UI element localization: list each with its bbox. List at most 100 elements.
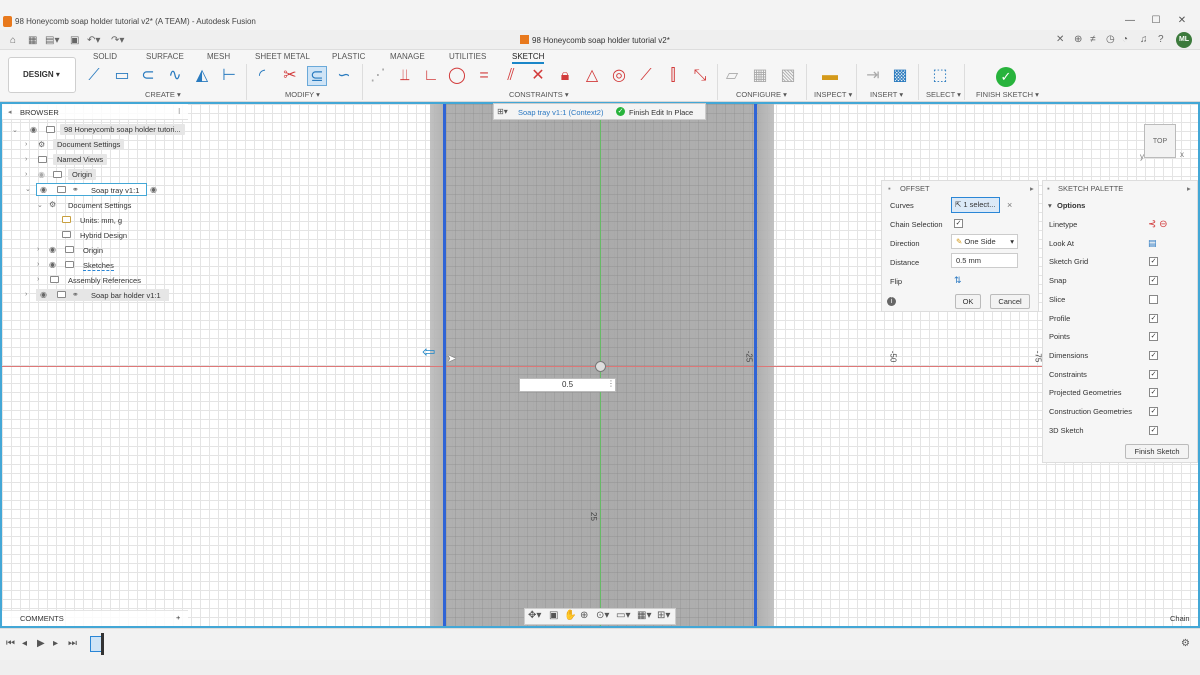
expand-chevron-icon[interactable]: ›	[37, 276, 39, 283]
browser-item-hybrid-design[interactable]: Hybrid Design	[80, 231, 127, 240]
select-icon[interactable]: ⬚	[930, 66, 950, 86]
eye-icon[interactable]: ◉	[49, 260, 56, 269]
measure-icon[interactable]: ▬	[820, 66, 840, 86]
offset-expand-icon[interactable]: ▸	[1030, 184, 1034, 193]
lock-icon[interactable]: 🔒︎	[555, 66, 575, 86]
maximize-button[interactable]: ☐	[1146, 15, 1166, 26]
expand-chevron-icon[interactable]: ›	[25, 141, 27, 148]
close-tab-button[interactable]: ✕	[1056, 34, 1064, 45]
expand-chevron-icon[interactable]: ›	[25, 171, 27, 178]
component-context-icon[interactable]: ⊞▾	[497, 107, 508, 116]
tab-solid[interactable]: SOLID	[93, 52, 117, 61]
viewports-icon[interactable]: ⊞▾	[657, 610, 670, 621]
smooth-icon[interactable]: ⤡	[690, 66, 710, 86]
origin-point[interactable]	[595, 361, 606, 372]
linetype-icon[interactable]: ⊰ ⊖	[1148, 219, 1168, 230]
finish-edit-in-place-button[interactable]: Finish Edit In Place	[629, 108, 693, 117]
tangent-icon[interactable]: ◯	[447, 66, 467, 86]
workspace-switcher[interactable]: DESIGN ▾	[8, 57, 76, 93]
browser-collapse-icon[interactable]: ◂	[8, 108, 12, 116]
eye-off-icon[interactable]: ◉	[38, 170, 45, 179]
offset-direction-arrow-icon[interactable]: ⇦	[422, 345, 444, 361]
help-icon[interactable]: ?	[1158, 34, 1164, 45]
chain-selection-checkbox[interactable]: ✓	[954, 219, 963, 228]
palette-option-checkbox[interactable]: ✓	[1149, 369, 1158, 379]
fit-icon[interactable]: ⊙▾	[596, 610, 609, 621]
mirror-tool-icon[interactable]: ◭	[192, 66, 212, 86]
insert-canvas-icon[interactable]: ▩	[890, 66, 910, 86]
step-forward-icon[interactable]: ▸	[53, 638, 58, 649]
parameters-table-icon[interactable]: ▦	[750, 66, 770, 86]
tab-manage[interactable]: MANAGE	[390, 52, 425, 61]
browser-item-soap-bar-holder[interactable]: Soap bar holder v1:1	[91, 291, 161, 300]
browser-item-soap-tray[interactable]: Soap tray v1:1	[91, 186, 139, 195]
palette-option-checkbox[interactable]: ✓	[1149, 276, 1158, 286]
timeline-marker[interactable]	[101, 633, 104, 655]
pan-icon[interactable]: ✋	[564, 610, 576, 621]
fix-constraint-icon[interactable]: ⫫	[395, 66, 415, 86]
coincident-icon[interactable]: ⋰	[368, 66, 388, 86]
tab-sketch[interactable]: SKETCH	[512, 52, 545, 64]
root-expand-chevron-icon[interactable]: ⌄	[12, 126, 18, 134]
insert-derive-icon[interactable]: ⇥	[863, 66, 883, 86]
cancel-button[interactable]: Cancel	[990, 294, 1030, 309]
document-tab[interactable]: 98 Honeycomb soap holder tutorial v2*	[520, 35, 670, 45]
midpoint-icon[interactable]: ⟋	[636, 66, 656, 86]
expand-chevron-icon[interactable]: ›	[25, 291, 27, 298]
symmetry-icon[interactable]: ⫿	[663, 66, 683, 86]
offset-collapse-icon[interactable]: ▪	[888, 184, 891, 193]
trim-tool-icon[interactable]: ✂	[280, 66, 300, 86]
sketch-edge-left[interactable]	[443, 104, 446, 626]
finish-sketch-button[interactable]: Finish Sketch	[1125, 444, 1189, 459]
palette-option-checkbox[interactable]: ✓	[1149, 257, 1158, 267]
distance-input[interactable]: 0.5 mm	[951, 253, 1018, 268]
expand-chevron-icon[interactable]: ›	[37, 261, 39, 268]
fillet-tool-icon[interactable]: ◜	[252, 66, 272, 86]
context-component-name[interactable]: Soap tray v1:1 (Context2)	[518, 108, 603, 117]
configure-icon[interactable]: ▱	[722, 66, 742, 86]
expand-chevron-icon[interactable]: ›	[37, 246, 39, 253]
tab-surface[interactable]: SURFACE	[146, 52, 184, 61]
dimension-options-icon[interactable]: ⋮	[607, 379, 615, 388]
concentric-icon[interactable]: ◎	[609, 66, 629, 86]
palette-option-checkbox[interactable]: ✓	[1149, 313, 1158, 323]
palette-option-checkbox[interactable]: ✓	[1149, 332, 1158, 342]
eye-icon[interactable]: ◉	[40, 290, 47, 299]
finish-edit-check-icon[interactable]: ✓	[616, 107, 625, 116]
browser-item-origin[interactable]: Origin	[68, 169, 97, 180]
new-tab-icon[interactable]: ⊕	[1074, 34, 1082, 45]
options-chevron-icon[interactable]: ▾	[1048, 201, 1052, 210]
sketch-edge-right[interactable]	[754, 104, 757, 626]
direction-dropdown[interactable]: ✎ One Side ▾	[951, 234, 1018, 249]
flip-icon[interactable]: ⇅	[954, 275, 962, 286]
look-at-icon[interactable]: ▣	[549, 610, 558, 621]
browser-item-sketches[interactable]: Sketches	[83, 261, 114, 271]
browser-item-sub-document-settings[interactable]: Document Settings	[68, 201, 131, 210]
browser-pin-icon[interactable]: ⁝	[178, 107, 180, 116]
activate-radio-icon[interactable]: ◉	[150, 185, 157, 194]
ok-button[interactable]: OK	[955, 294, 981, 309]
play-icon[interactable]: ▶	[37, 638, 45, 649]
tab-plastic[interactable]: PLASTIC	[332, 52, 365, 61]
palette-option-checkbox[interactable]: ✓	[1149, 407, 1158, 416]
offset-dimension-input[interactable]: 0.5	[519, 378, 616, 392]
extensions-icon[interactable]: ≠	[1090, 34, 1096, 45]
spline-tool-icon[interactable]: ∿	[165, 66, 185, 86]
tab-mesh[interactable]: MESH	[207, 52, 230, 61]
perpendicular-icon[interactable]: ∟	[421, 66, 441, 86]
display-settings-icon[interactable]: ▭▾	[616, 610, 630, 621]
curve-tool-icon[interactable]: ∽	[334, 66, 354, 86]
create-menu[interactable]: CREATE ▾	[145, 90, 181, 99]
insert-menu[interactable]: INSERT ▾	[870, 90, 903, 99]
notifications-icon[interactable]: ◔	[1122, 34, 1128, 45]
palette-option-checkbox[interactable]: ✓	[1149, 425, 1158, 435]
tab-utilities[interactable]: UTILITIES	[449, 52, 486, 61]
line-tool-icon[interactable]: ⟋	[84, 66, 104, 86]
browser-item-sub-origin[interactable]: Origin	[83, 246, 103, 255]
configurations-icon[interactable]: ▧	[778, 66, 798, 86]
browser-item-assembly-references[interactable]: Assembly References	[68, 276, 141, 285]
minimize-button[interactable]: —	[1120, 15, 1140, 26]
info-icon[interactable]: i	[887, 297, 896, 306]
home-icon[interactable]: ⌂	[10, 35, 16, 46]
tab-sheet-metal[interactable]: SHEET METAL	[255, 52, 310, 61]
